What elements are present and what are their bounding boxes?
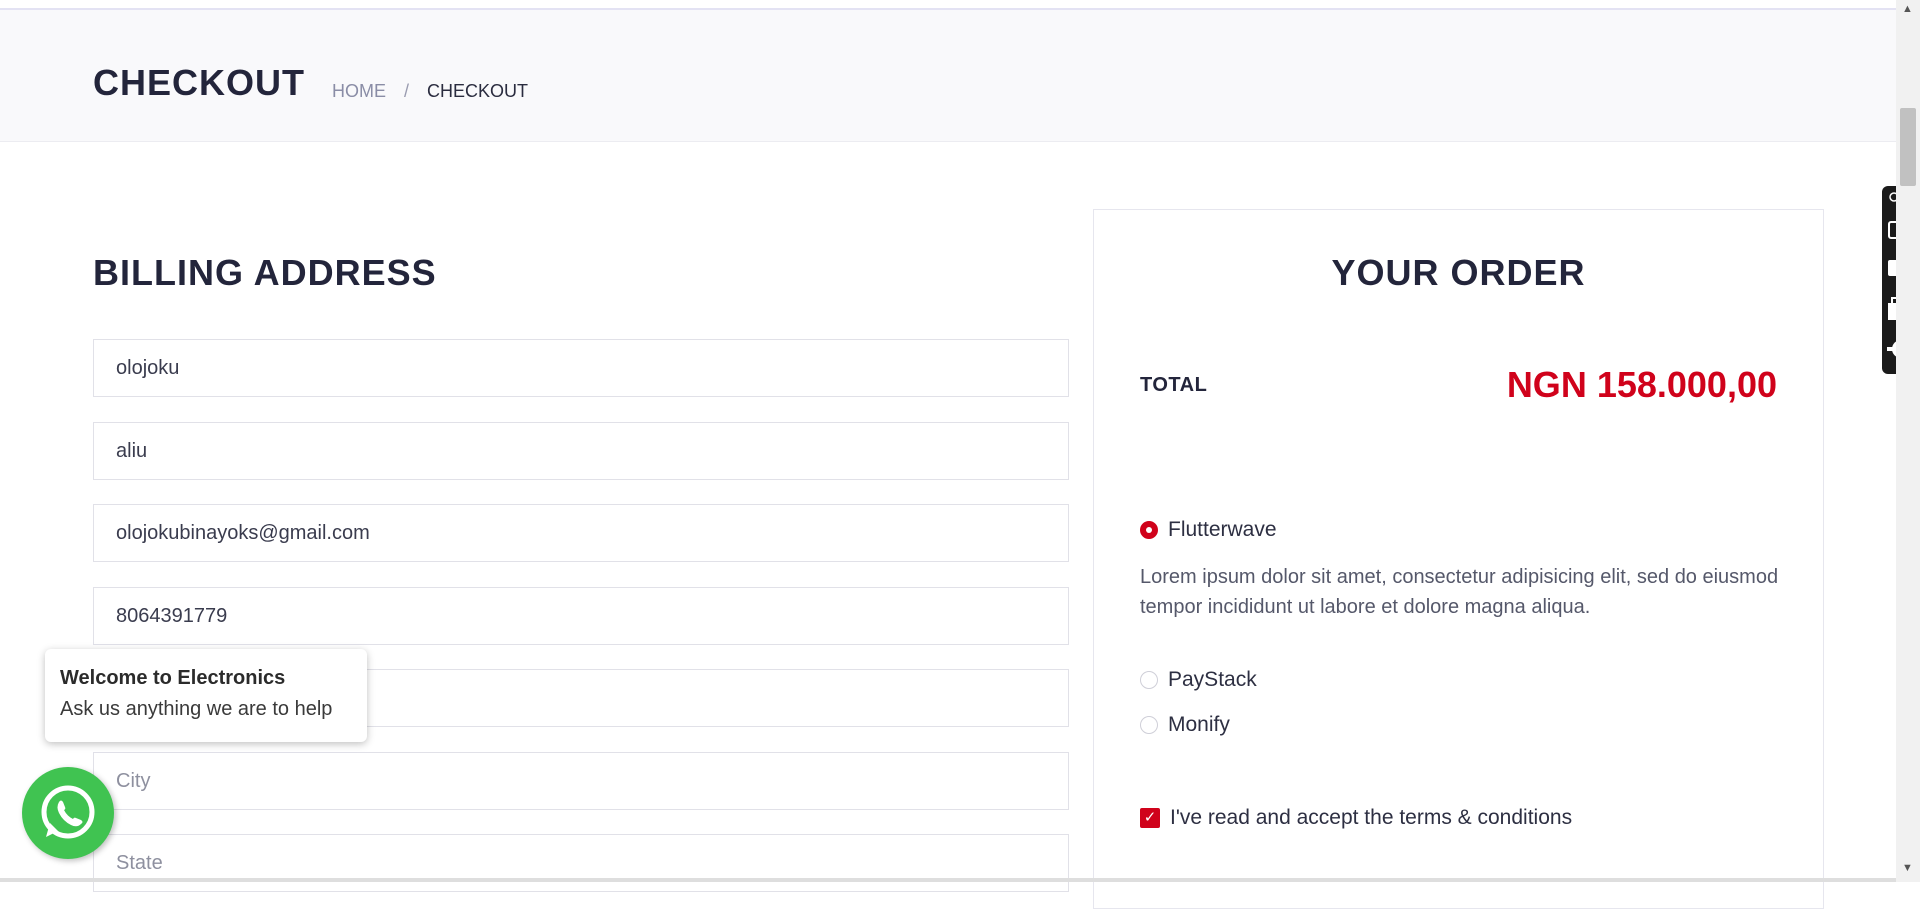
page-scrollbar[interactable]: ▲ ▼ (1896, 0, 1920, 882)
city-field[interactable] (93, 752, 1069, 810)
terms-label: I've read and accept the terms & conditi… (1170, 806, 1573, 829)
email-field[interactable] (93, 504, 1069, 562)
scroll-up-arrow-icon[interactable]: ▲ (1902, 3, 1913, 15)
page-title: CHECKOUT (93, 62, 305, 103)
bottom-border (0, 878, 1896, 882)
payment-option-monify[interactable]: Monify (1140, 713, 1230, 737)
scroll-thumb[interactable] (1900, 108, 1916, 186)
breadcrumb-home-link[interactable]: HOME (332, 81, 386, 102)
terms-checkbox[interactable]: ✓ (1140, 808, 1160, 828)
payment-description: Lorem ipsum dolor sit amet, consectetur … (1140, 566, 1779, 618)
order-title: YOUR ORDER (1331, 252, 1586, 293)
page-header: CHECKOUT HOME / CHECKOUT (0, 10, 1896, 142)
chat-title: Welcome to Electronics (60, 667, 286, 689)
payment-option-label: PayStack (1168, 668, 1257, 691)
chat-subtitle: Ask us anything we are to help (60, 698, 333, 720)
whatsapp-chat-button[interactable] (22, 767, 114, 859)
total-label: TOTAL (1140, 374, 1208, 396)
breadcrumb-separator: / (404, 81, 410, 101)
terms-checkbox-row[interactable]: ✓ I've read and accept the terms & condi… (1140, 806, 1572, 830)
breadcrumb-current: CHECKOUT (427, 81, 529, 101)
payment-option-label: Flutterwave (1168, 518, 1277, 541)
payment-option-flutterwave[interactable]: Flutterwave (1140, 518, 1277, 542)
payment-option-label: Monify (1168, 713, 1230, 736)
scroll-down-arrow-icon[interactable]: ▼ (1902, 862, 1913, 874)
chat-welcome-popup[interactable]: Welcome to Electronics Ask us anything w… (45, 649, 367, 742)
first-name-field[interactable] (93, 339, 1069, 397)
last-name-field[interactable] (93, 422, 1069, 480)
state-field[interactable] (93, 834, 1069, 892)
payment-option-paystack[interactable]: PayStack (1140, 668, 1257, 692)
breadcrumb: HOME / CHECKOUT (332, 81, 528, 102)
radio-flutterwave[interactable] (1140, 521, 1158, 539)
phone-field[interactable] (93, 587, 1069, 645)
whatsapp-icon (41, 785, 95, 839)
billing-address-title: BILLING ADDRESS (93, 252, 437, 293)
order-summary-box: YOUR ORDER TOTAL NGN 158.000,00 Flutterw… (1093, 209, 1824, 909)
radio-monify[interactable] (1140, 716, 1158, 734)
radio-paystack[interactable] (1140, 671, 1158, 689)
total-amount: NGN 158.000,00 (1506, 364, 1777, 405)
